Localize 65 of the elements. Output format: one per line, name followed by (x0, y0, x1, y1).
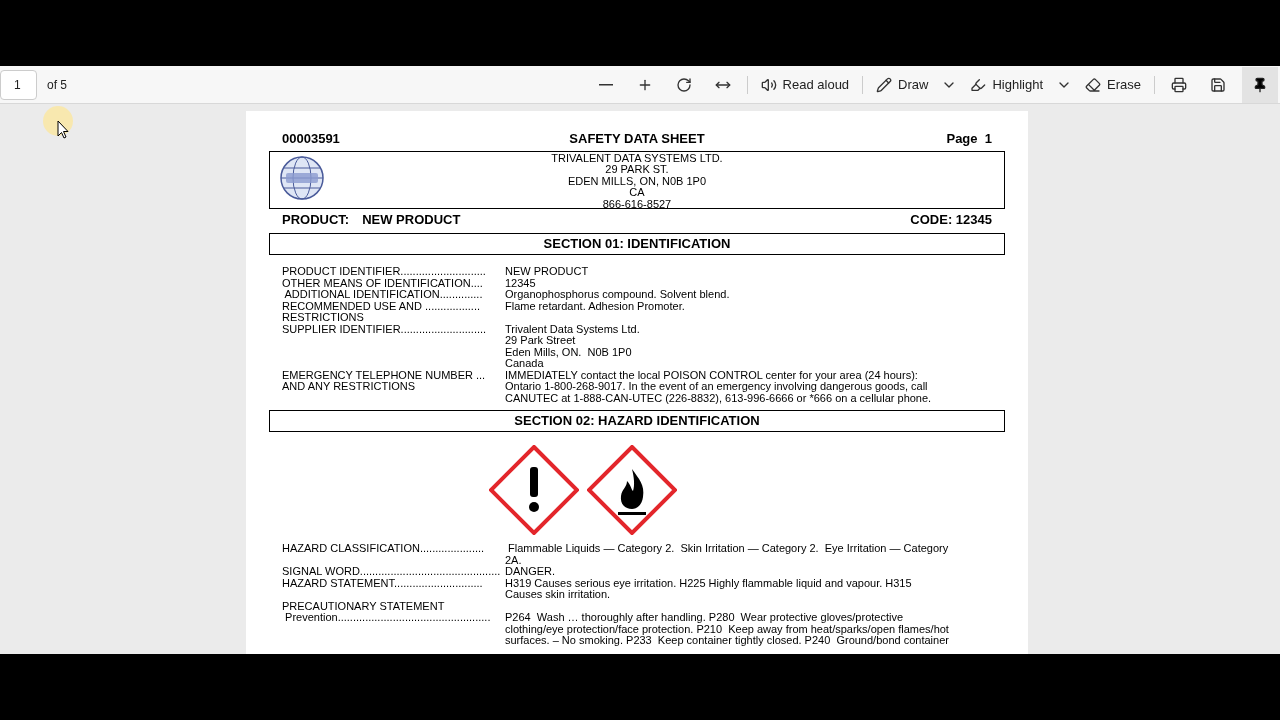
field-label: EMERGENCY TELEPHONE NUMBER ... (282, 369, 487, 381)
field-value: DANGER. (505, 566, 556, 578)
field-value: Flame retardant. Adhesion Promoter. (505, 300, 685, 312)
field-label: RESTRICTIONS (282, 312, 365, 324)
exclamation-pictogram-icon (489, 445, 579, 535)
company-info-line: EDEN MILLS, ON, N0B 1P0 (567, 175, 707, 187)
field-value: CANUTEC at 1-888-CAN-UTEC (226-8832), 613-996-6666 or *666 on a cellular phone. (505, 392, 932, 404)
field-value: Causes skin irritation. (505, 589, 612, 601)
field-value: Eden Mills, ON. N0B 1P0 (505, 346, 633, 358)
field-value: 2A. (505, 554, 523, 566)
field-value: NEW PRODUCT (505, 266, 589, 278)
section-heading: SECTION 02: HAZARD IDENTIFICATION (269, 410, 1005, 432)
print-icon (1171, 76, 1187, 93)
field-value: Ontario 1-800-268-9017. In the event of an emergency involving dangerous goods, call (505, 381, 929, 393)
document-title: SAFETY DATA SHEET (568, 130, 706, 148)
field-label: Prevention.................................................. (284, 612, 492, 624)
product-name: NEW PRODUCT (362, 210, 461, 229)
toolbar-button[interactable]: Erase (1081, 69, 1145, 100)
field-value: IMMEDIATELY contact the local POISON CONTROL center for your area (24 hours): (505, 369, 919, 381)
highlighter-icon (970, 76, 987, 93)
field-label: HAZARD CLASSIFICATION..................... (282, 543, 486, 555)
rotate-icon (675, 76, 692, 93)
field-value: P264 Wash … thoroughly after handling. P280 Wear protective gloves/protective (505, 612, 905, 624)
field-value: Canada (505, 358, 544, 370)
field-value: H319 Causes serious eye irritation. H225 Highly flammable liquid and vapour. H315 (505, 577, 912, 589)
section-heading: SECTION 01: IDENTIFICATION (269, 233, 1005, 255)
toolbar-button[interactable]: Read aloud (756, 69, 854, 100)
read-aloud-icon (760, 76, 777, 93)
field-value: 12345 (505, 277, 536, 289)
cursor-icon (57, 120, 69, 139)
document-number: 00003591 (282, 130, 341, 148)
field-label: PRODUCT IDENTIFIER............................ (282, 266, 487, 278)
field-value: 29 Park Street (505, 335, 576, 347)
toolbar-button[interactable]: Highlight (966, 69, 1048, 100)
pen-icon (876, 76, 893, 93)
company-info-line: CA (629, 187, 645, 199)
field-value: Trivalent Data Systems Ltd. (505, 323, 640, 335)
eraser-icon (1085, 76, 1102, 93)
pin-button[interactable] (1242, 66, 1278, 103)
page-label: Page 1 (945, 130, 992, 148)
field-value: surfaces. – No smoking. P233 Keep container tightly closed. P240 Ground/bond container (505, 635, 949, 647)
field-value: Flammable Liquids — Category 2. Skin Irritation — Category 2. Eye Irritation — Category (507, 543, 949, 555)
field-label: ADDITIONAL IDENTIFICATION.............. (283, 289, 484, 301)
field-label: OTHER MEANS OF IDENTIFICATION.... (282, 277, 484, 289)
zoom-out-icon (598, 83, 613, 86)
toolbar-button[interactable]: Draw (872, 69, 933, 100)
page-number-field[interactable]: 1 (0, 69, 37, 100)
field-label: PRECAUTIONARY STATEMENT (282, 600, 446, 612)
product-label: PRODUCT: (282, 210, 350, 229)
field-label: SIGNAL WORD.............................................. (282, 566, 502, 578)
company-info-line: 866-616-8527 (602, 198, 672, 210)
field-label: AND ANY RESTRICTIONS (282, 381, 417, 393)
field-value: Organophosphorus compound. Solvent blend. (505, 289, 730, 301)
globe-logo-icon (278, 154, 326, 201)
pin-icon (1252, 76, 1268, 93)
product-code: CODE: 12345 (910, 210, 992, 229)
field-value: clothing/eye protection/face protection. P210 Keep away from heat/sparks/open flames/hot (505, 623, 949, 635)
field-label: SUPPLIER IDENTIFIER............................ (282, 323, 488, 335)
save-icon (1210, 76, 1226, 93)
field-label: RECOMMENDED USE AND .................. (282, 300, 482, 312)
company-info-line: 29 PARK ST. (605, 164, 669, 176)
flame-pictogram-icon (587, 445, 677, 535)
page-count: of 5 (47, 76, 67, 94)
company-info-line: TRIVALENT DATA SYSTEMS LTD. (551, 152, 723, 164)
field-label: HAZARD STATEMENT............................. (282, 577, 484, 589)
